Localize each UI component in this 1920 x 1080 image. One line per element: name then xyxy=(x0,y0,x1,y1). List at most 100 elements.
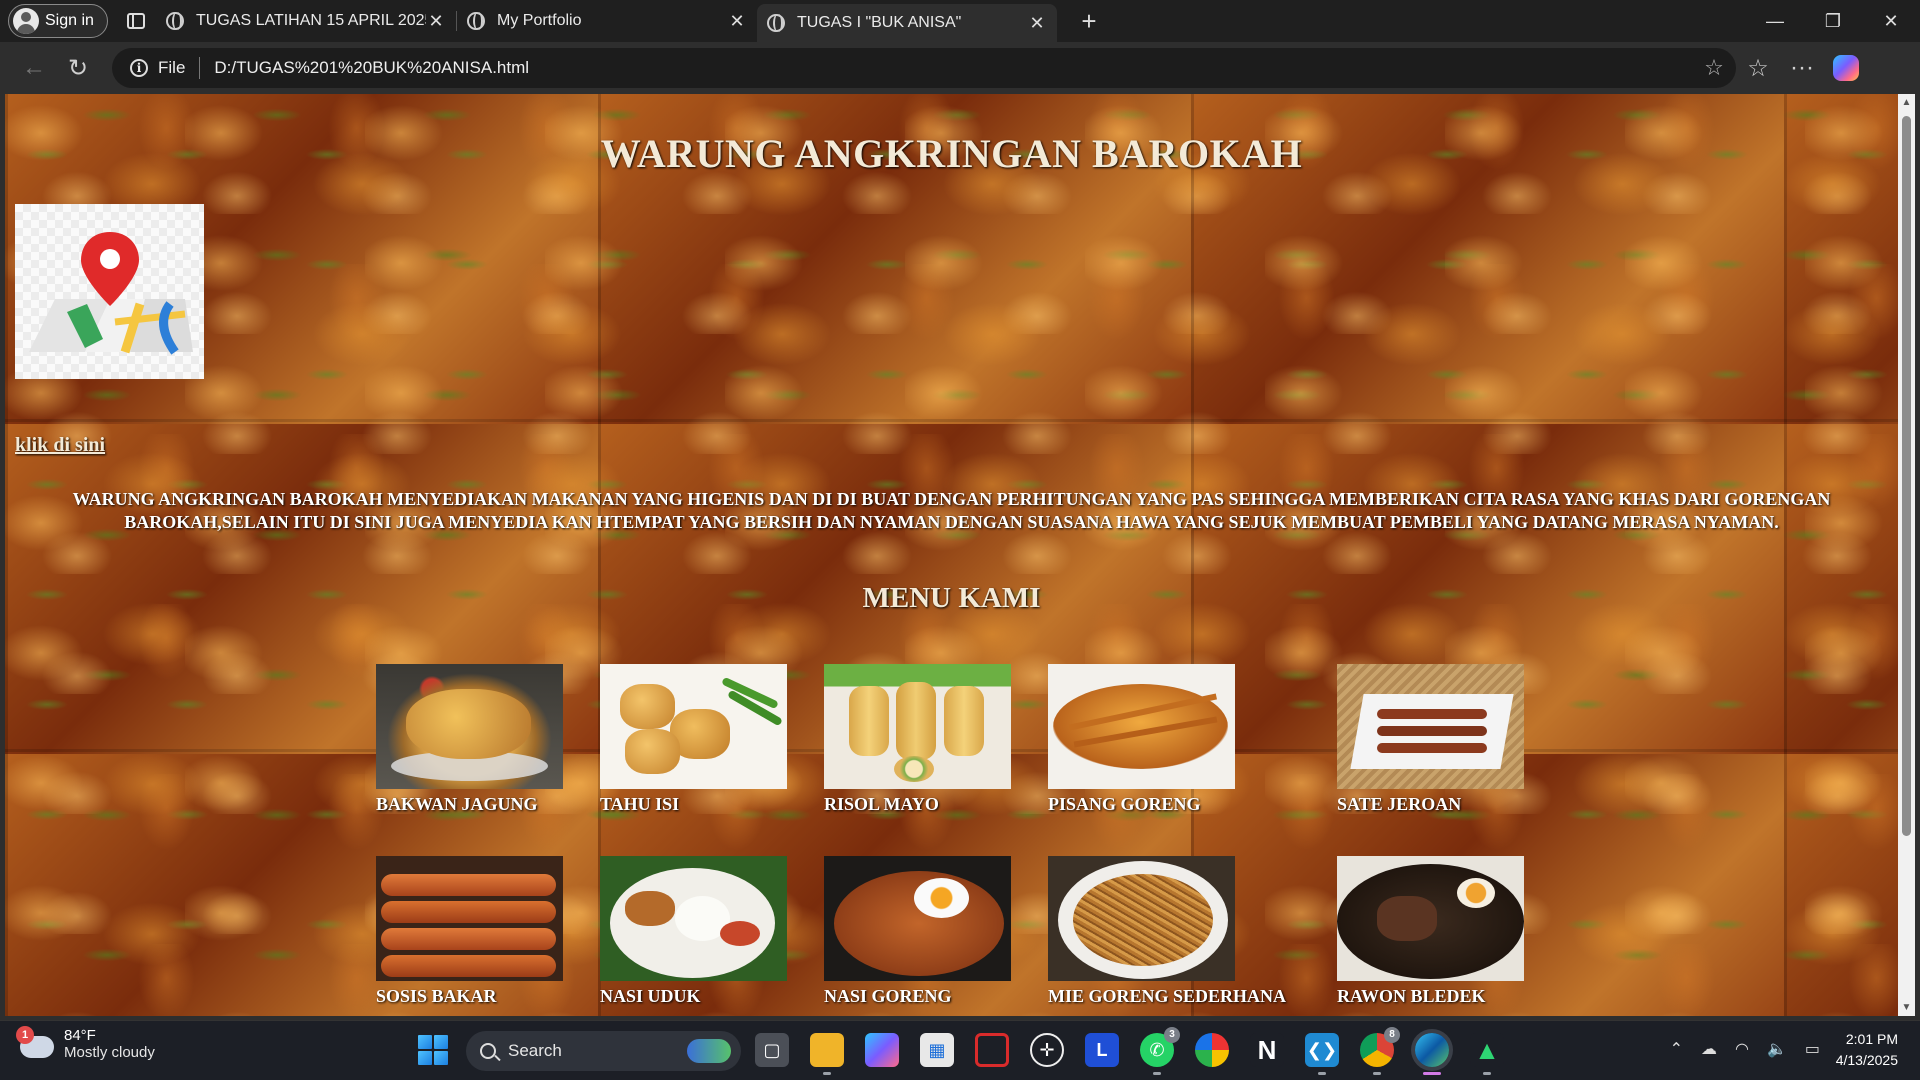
map-link[interactable]: klik di sini xyxy=(15,434,105,457)
sosis-bakar-photo xyxy=(376,856,563,981)
bakwan-jagung-photo xyxy=(376,664,563,789)
volume-icon[interactable]: 🔈 xyxy=(1767,1039,1787,1059)
taskbar-search-box[interactable]: Search xyxy=(466,1031,741,1071)
menu-item-risol-mayo: RISOL MAYO xyxy=(824,664,1014,815)
menu-item-label: PISANG GORENG xyxy=(1048,794,1201,814)
tab-title: My Portfolio xyxy=(497,12,582,29)
site-info-icon[interactable]: i xyxy=(130,59,148,77)
sate-jeroan-photo xyxy=(1337,664,1524,789)
weather-widget[interactable]: 1 84°F Mostly cloudy xyxy=(16,1026,155,1061)
page-viewport: WARUNG ANGKRINGAN BAROKAH klik di sini W… xyxy=(5,94,1898,1016)
menu-item-label: MIE GORENG SEDERHANA xyxy=(1048,986,1287,1006)
refresh-button[interactable]: ↻ xyxy=(56,48,100,88)
sign-in-label: Sign in xyxy=(45,12,94,29)
mcafee-icon[interactable] xyxy=(975,1033,1009,1067)
menu-heading: MENU KAMI xyxy=(862,582,1041,614)
close-window-button[interactable]: ✕ xyxy=(1862,0,1920,42)
active-indicator xyxy=(1423,1072,1441,1075)
tab-close-icon[interactable]: ✕ xyxy=(1027,13,1047,34)
page-title: WARUNG ANGKRINGAN BAROKAH xyxy=(600,131,1303,176)
tab-tugas-buk-anisa[interactable]: TUGAS I "BUK ANISA" ✕ xyxy=(757,4,1057,42)
favorites-button[interactable]: ☆ xyxy=(1736,48,1780,88)
window-controls: — ❐ ✕ xyxy=(1746,0,1920,42)
nasi-goreng-photo xyxy=(824,856,1011,981)
menu-item-label: RAWON BLEDEK xyxy=(1337,986,1486,1006)
back-button[interactable]: ← xyxy=(12,48,56,88)
menu-item-label: NASI UDUK xyxy=(600,986,701,1006)
pisang-goreng-photo xyxy=(1048,664,1235,789)
menu-item-label: RISOL MAYO xyxy=(824,794,939,814)
target-app-icon[interactable]: ✛ xyxy=(1030,1033,1064,1067)
copilot-button[interactable] xyxy=(1824,48,1868,88)
address-bar[interactable]: i File D:/TUGAS%201%20BUK%20ANISA.html ☆ xyxy=(112,48,1736,88)
map-pin-image[interactable] xyxy=(15,204,204,379)
wifi-icon[interactable]: ◠ xyxy=(1735,1039,1749,1059)
windows-logo-icon xyxy=(418,1051,432,1065)
profile-avatar-icon xyxy=(13,8,39,34)
cloudy-weather-icon: 1 xyxy=(16,1026,54,1058)
menu-item-label: BAKWAN JAGUNG xyxy=(376,794,538,814)
chevron-up-icon[interactable]: ⌃ xyxy=(1670,1039,1683,1059)
menu-item-sosis-bakar: SOSIS BAKAR xyxy=(376,856,566,1007)
colorful-app-icon[interactable] xyxy=(1195,1033,1229,1067)
vscode-icon[interactable]: ❮❯ xyxy=(1305,1033,1339,1075)
tab-actions-button[interactable] xyxy=(116,4,156,38)
weather-badge: 1 xyxy=(16,1026,34,1044)
clock-date: 4/13/2025 xyxy=(1835,1052,1898,1068)
food-background: WARUNG ANGKRINGAN BAROKAH klik di sini W… xyxy=(5,94,1898,1016)
tab-close-icon[interactable]: ✕ xyxy=(727,11,747,32)
start-button[interactable] xyxy=(418,1035,448,1065)
scroll-down-arrow-icon[interactable]: ▼ xyxy=(1898,999,1915,1016)
whatsapp-icon[interactable]: ✆ 3 xyxy=(1140,1027,1180,1075)
tab-close-icon[interactable]: ✕ xyxy=(426,11,446,32)
menu-item-pisang-goreng: PISANG GORENG xyxy=(1048,664,1238,815)
url-text[interactable]: D:/TUGAS%201%20BUK%20ANISA.html xyxy=(214,58,1692,78)
page-scrollbar[interactable]: ▲ ▼ xyxy=(1898,94,1915,1016)
scheme-label: File xyxy=(158,58,186,77)
battery-icon[interactable]: ▭ xyxy=(1805,1039,1820,1059)
tahu-isi-photo xyxy=(600,664,787,789)
search-highlight-icon xyxy=(687,1039,731,1063)
triangle-app-icon[interactable]: ▲ xyxy=(1470,1033,1504,1075)
copilot-app-icon[interactable] xyxy=(865,1033,899,1067)
mie-goreng-photo xyxy=(1048,856,1235,981)
running-indicator xyxy=(823,1072,831,1075)
running-indicator xyxy=(1483,1072,1491,1075)
new-tab-button[interactable]: + xyxy=(1069,6,1109,37)
risol-mayo-photo xyxy=(824,664,1011,789)
lenovo-app-icon[interactable]: L xyxy=(1085,1033,1119,1067)
scroll-up-arrow-icon[interactable]: ▲ xyxy=(1898,94,1915,111)
windows-logo-icon xyxy=(418,1035,432,1049)
menu-item-label: TAHU ISI xyxy=(600,794,680,814)
chrome-icon[interactable]: 8 xyxy=(1360,1027,1400,1075)
tab-title: TUGAS LATIHAN 15 APRIL 2025 xyxy=(196,12,426,29)
sign-in-button[interactable]: Sign in xyxy=(8,4,108,38)
page-frame-right xyxy=(1915,94,1920,1016)
menu-item-nasi-goreng: NASI GORENG xyxy=(824,856,1014,1007)
windows-logo-icon xyxy=(434,1051,448,1065)
address-divider xyxy=(199,57,201,79)
copilot-icon xyxy=(1833,55,1859,81)
more-options-button[interactable]: ··· xyxy=(1780,48,1824,88)
microsoft-store-icon[interactable]: ▦ xyxy=(920,1033,954,1067)
edge-icon[interactable] xyxy=(1415,1033,1449,1075)
weather-temperature: 84°F xyxy=(64,1027,96,1044)
favorite-star-icon[interactable]: ☆ xyxy=(1692,55,1736,81)
tab-my-portfolio[interactable]: My Portfolio ✕ xyxy=(457,0,757,42)
notion-style-app-icon[interactable]: N xyxy=(1250,1033,1284,1067)
scroll-thumb[interactable] xyxy=(1902,116,1911,836)
minimize-button[interactable]: — xyxy=(1746,0,1804,42)
file-explorer-icon[interactable] xyxy=(810,1033,844,1075)
clock-time: 2:01 PM xyxy=(1845,1031,1898,1047)
onedrive-offline-icon[interactable]: ☁ xyxy=(1701,1039,1717,1059)
search-icon xyxy=(480,1043,496,1059)
running-indicator xyxy=(1373,1072,1381,1075)
browser-tab-strip: Sign in TUGAS LATIHAN 15 APRIL 2025 ✕ My… xyxy=(0,0,1920,42)
system-clock[interactable]: 2:01 PM 4/13/2025 xyxy=(1836,1029,1898,1071)
restore-button[interactable]: ❐ xyxy=(1804,0,1862,42)
map-pin-icon xyxy=(29,232,193,355)
task-view-icon[interactable]: ▢ xyxy=(755,1033,789,1067)
menu-item-bakwan-jagung: BAKWAN JAGUNG xyxy=(376,664,566,815)
rawon-photo xyxy=(1337,856,1524,981)
tab-tugas-latihan[interactable]: TUGAS LATIHAN 15 APRIL 2025 ✕ xyxy=(156,0,456,42)
